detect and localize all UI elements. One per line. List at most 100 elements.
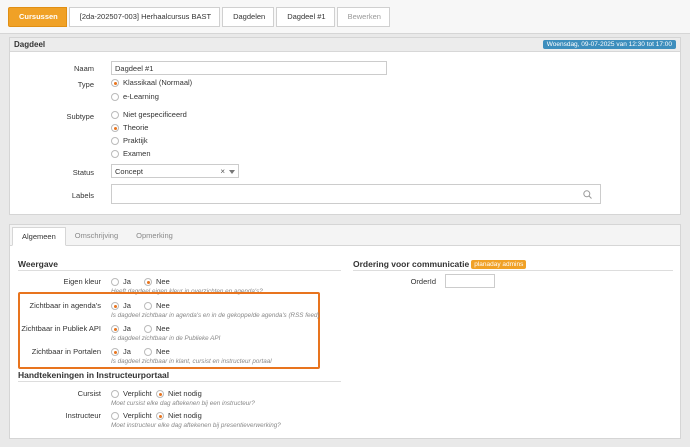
divider [18, 381, 341, 382]
subtype-option-label: Theorie [123, 123, 149, 132]
subtype-option-theorie[interactable]: Theorie [111, 123, 148, 132]
ordering-title: Ordering voor communicatie planaday admi… [353, 259, 527, 269]
zichtbaar-portalen-ja[interactable]: Ja [111, 347, 131, 356]
radio-icon [111, 277, 119, 286]
handtekeningen-title: Handtekeningen in Instructeurportaal [18, 370, 170, 380]
zichtbaar-api-ja[interactable]: Ja [111, 324, 131, 333]
option-label: Niet nodig [168, 389, 202, 398]
radio-selected-icon [144, 277, 152, 286]
eigen-kleur-label: Eigen kleur [63, 277, 101, 286]
option-label: Nee [156, 324, 170, 333]
option-label: Ja [123, 347, 131, 356]
eigen-kleur-nee[interactable]: Nee [144, 277, 170, 286]
breadcrumb: Cursussen [2da-202507-003] Herhaalcursus… [0, 0, 690, 34]
breadcrumb-cursussen[interactable]: Cursussen [8, 6, 67, 27]
radio-selected-icon [111, 78, 119, 87]
radio-selected-icon [111, 301, 119, 310]
option-label: Nee [156, 277, 170, 286]
admin-badge: planaday admins [471, 259, 527, 269]
tab-opmerking[interactable]: Opmerking [127, 226, 182, 245]
naam-input[interactable]: Dagdeel #1 [111, 61, 387, 75]
radio-icon [111, 389, 119, 398]
zichtbaar-agenda-label: Zichtbaar in agenda's [29, 301, 101, 310]
date-badge: Woensdag, 09-07-2025 van 12:30 tot 17:00 [542, 40, 676, 49]
subtype-option-label: Examen [123, 149, 151, 158]
weergave-title: Weergave [18, 259, 59, 269]
zichtbaar-portalen-nee[interactable]: Nee [144, 347, 170, 356]
subtype-option-label: Praktijk [123, 136, 148, 145]
breadcrumb-course[interactable]: [2da-202507-003] Herhaalcursus BAST [68, 6, 221, 27]
radio-selected-icon [111, 123, 119, 132]
subtype-option-label: Niet gespecificeerd [123, 110, 187, 119]
zichtbaar-api-nee[interactable]: Nee [144, 324, 170, 333]
radio-selected-icon [111, 324, 119, 333]
cursist-verplicht[interactable]: Verplicht [111, 389, 152, 398]
instructeur-hint: Moet instructeur elke dag aftekenen bij … [111, 422, 281, 429]
radio-icon [144, 347, 152, 356]
zichtbaar-portalen-hint: Is dagdeel zichtbaar in klant, cursist e… [111, 358, 272, 365]
cursist-niet-nodig[interactable]: Niet nodig [156, 389, 202, 398]
eigen-kleur-ja[interactable]: Ja [111, 277, 131, 286]
subtype-option-examen[interactable]: Examen [111, 149, 151, 158]
subtype-option-niet-gespecificeerd[interactable]: Niet gespecificeerd [111, 110, 187, 119]
tab-bar: Algemeen Omschrijving Opmerking [10, 225, 680, 246]
type-option-elearning[interactable]: e-Learning [111, 92, 159, 101]
type-option-label: e-Learning [123, 92, 159, 101]
radio-icon [111, 92, 119, 101]
instructeur-niet-nodig[interactable]: Niet nodig [156, 411, 202, 420]
zichtbaar-agenda-ja[interactable]: Ja [111, 301, 131, 310]
type-label: Type [77, 80, 94, 89]
search-icon [583, 190, 592, 199]
tab-algemeen[interactable]: Algemeen [12, 227, 66, 246]
option-label: Ja [123, 277, 131, 286]
status-value: Concept [115, 166, 143, 176]
chevron-down-icon [229, 170, 235, 174]
status-label: Status [72, 168, 94, 177]
instructeur-verplicht[interactable]: Verplicht [111, 411, 152, 420]
status-select[interactable]: Concept × [111, 164, 239, 178]
subtype-label: Subtype [66, 112, 94, 121]
option-label: Ja [123, 324, 131, 333]
divider [18, 270, 341, 271]
radio-selected-icon [111, 347, 119, 356]
radio-icon [111, 411, 119, 420]
option-label: Verplicht [123, 411, 152, 420]
option-label: Verplicht [123, 389, 152, 398]
breadcrumb-dagdeel[interactable]: Dagdeel #1 [276, 6, 335, 27]
zichtbaar-agenda-nee[interactable]: Nee [144, 301, 170, 310]
radio-selected-icon [156, 411, 164, 420]
dagdeel-panel: Dagdeel Woensdag, 09-07-2025 van 12:30 t… [9, 37, 681, 215]
clear-icon[interactable]: × [220, 167, 225, 176]
type-option-label: Klassikaal (Normaal) [123, 78, 193, 87]
cursist-label: Cursist [77, 389, 101, 398]
zichtbaar-portalen-label: Zichtbaar in Portalen [31, 347, 101, 356]
orderid-input[interactable] [445, 274, 495, 288]
labels-input[interactable] [111, 184, 601, 204]
instructeur-label: Instructeur [65, 411, 101, 420]
divider [353, 270, 673, 271]
radio-icon [144, 301, 152, 310]
details-panel: Algemeen Omschrijving Opmerking Weergave… [9, 224, 681, 439]
panel-title: Dagdeel [14, 40, 46, 49]
radio-icon [111, 149, 119, 158]
radio-icon [111, 110, 119, 119]
radio-icon [144, 324, 152, 333]
radio-selected-icon [156, 389, 164, 398]
ordering-title-text: Ordering voor communicatie [353, 259, 470, 269]
breadcrumb-bewerken: Bewerken [336, 6, 390, 27]
breadcrumb-dagdelen[interactable]: Dagdelen [222, 6, 275, 27]
option-label: Nee [156, 301, 170, 310]
option-label: Nee [156, 347, 170, 356]
zichtbaar-api-hint: Is dagdeel zichtbaar in de Publieke API [111, 335, 221, 342]
zichtbaar-api-label: Zichtbaar in Publiek API [21, 324, 101, 333]
type-option-klassikaal[interactable]: Klassikaal (Normaal) [111, 78, 192, 87]
subtype-option-praktijk[interactable]: Praktijk [111, 136, 148, 145]
orderid-label: OrderId [410, 277, 436, 286]
cursist-hint: Moet cursist elke dag aftekenen bij een … [111, 400, 255, 407]
dagdeel-panel-header: Dagdeel Woensdag, 09-07-2025 van 12:30 t… [10, 38, 680, 52]
option-label: Niet nodig [168, 411, 202, 420]
zichtbaar-agenda-hint: Is dagdeel zichtbaar in agenda's en in d… [111, 312, 320, 319]
radio-icon [111, 136, 119, 145]
labels-label: Labels [71, 191, 94, 200]
tab-omschrijving[interactable]: Omschrijving [66, 226, 127, 245]
